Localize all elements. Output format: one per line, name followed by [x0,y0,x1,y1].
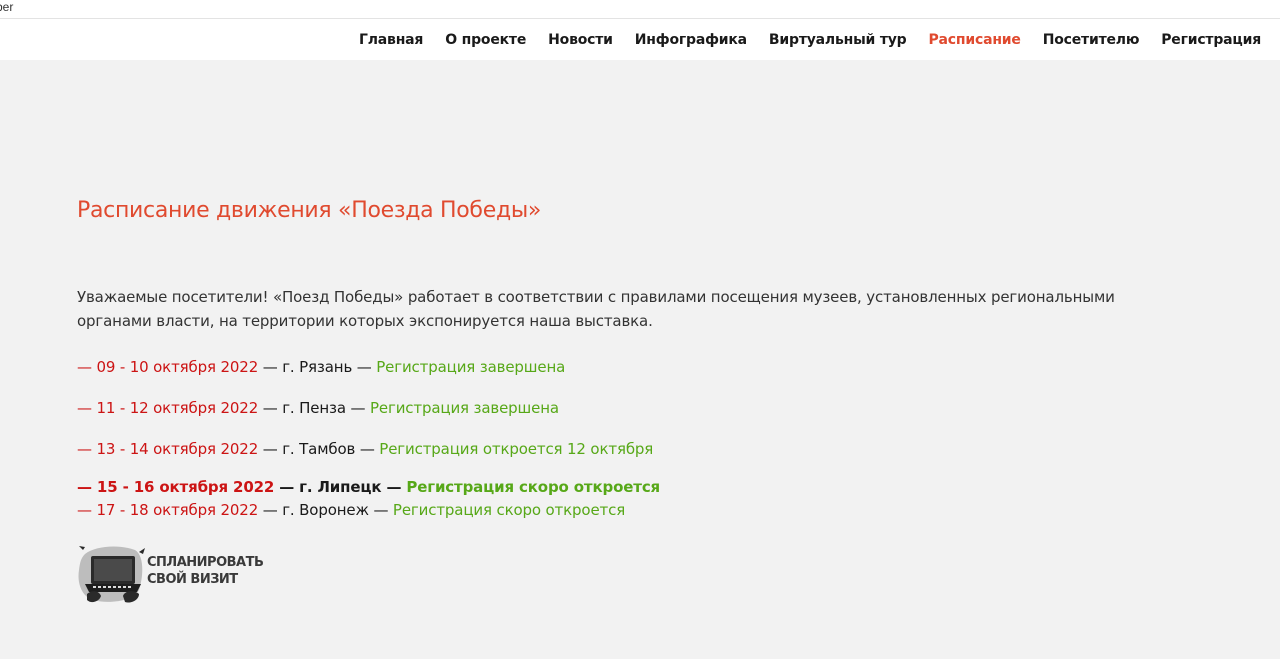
schedule-row: — 11 - 12 октября 2022 — г. Пенза — Реги… [77,398,559,418]
schedule-status: Регистрация скоро откроется [406,478,661,496]
browser-tab-fragment[interactable]: ber [0,0,13,14]
schedule-city: — г. Липецк — [274,478,407,496]
plan-visit-line2: СВОЙ ВИЗИТ [147,572,238,587]
schedule-dates: — 09 - 10 октября 2022 [77,358,259,376]
nav-link-virtual-tour[interactable]: Виртуальный тур [769,32,907,48]
top-navbar: Главная О проекте Новости Инфографика Ви… [0,19,1280,60]
nav-link-schedule[interactable]: Расписание [929,32,1021,48]
page-title: Расписание движения «Поезда Победы» [77,198,542,223]
schedule-dates: — 11 - 12 октября 2022 [77,399,259,417]
nav-link-visitors[interactable]: Посетителю [1043,32,1140,48]
schedule-status: Регистрация завершена [376,358,566,376]
nav-link-registration[interactable]: Регистрация [1161,32,1261,48]
nav-link-news[interactable]: Новости [548,32,613,48]
nav-link-infographics[interactable]: Инфографика [635,32,747,48]
plan-visit-label: СПЛАНИРОВАТЬ СВОЙ ВИЗИТ [147,554,264,588]
schedule-status: Регистрация завершена [369,399,559,417]
nav-link-about[interactable]: О проекте [445,32,526,48]
plan-visit-line1: СПЛАНИРОВАТЬ [147,555,264,570]
schedule-row-current: — 15 - 16 октября 2022 — г. Липецк — Рег… [77,477,660,497]
schedule-row: — 09 - 10 октября 2022 — г. Рязань — Рег… [77,357,565,377]
intro-paragraph: Уважаемые посетители! «Поезд Победы» раб… [77,288,1115,330]
schedule-city: — г. Пенза — [258,399,370,417]
schedule-status: Регистрация откроется 12 октября [379,440,654,458]
main-nav: Главная О проекте Новости Инфографика Ви… [359,19,1261,60]
schedule-row: — 17 - 18 октября 2022 — г. Воронеж — Ре… [77,500,625,520]
schedule-city: — г. Воронеж — [258,501,393,519]
schedule-row: — 13 - 14 октября 2022 — г. Тамбов — Рег… [77,439,653,459]
schedule-dates: — 15 - 16 октября 2022 [77,478,275,496]
browser-tab-strip: ber [0,0,1280,19]
schedule-dates: — 17 - 18 октября 2022 [77,501,259,519]
schedule-status: Регистрация скоро откроется [392,501,626,519]
laptop-hands-icon [78,546,145,603]
schedule-city: — г. Тамбов — [258,440,380,458]
schedule-dates: — 13 - 14 октября 2022 [77,440,259,458]
plan-visit-button[interactable]: СПЛАНИРОВАТЬ СВОЙ ВИЗИТ [77,544,264,606]
nav-link-home[interactable]: Главная [359,32,423,48]
schedule-city: — г. Рязань — [258,358,377,376]
